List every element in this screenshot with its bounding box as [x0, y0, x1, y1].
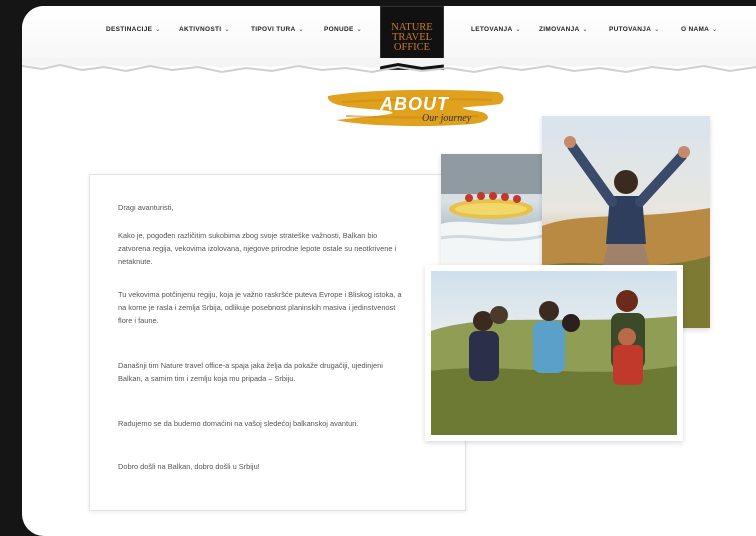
about-title: ABOUT	[380, 94, 449, 114]
chevron-down-icon: ⌄	[654, 27, 660, 33]
chevron-down-icon: ⌄	[356, 27, 362, 33]
group-friends-photo	[425, 265, 683, 441]
site-header: DESTINACIJE ⌄ AKTIVNOSTI ⌄ TIPOVI TURA ⌄ PO…	[22, 6, 756, 70]
chevron-down-icon: ⌄	[582, 27, 588, 33]
about-subtitle: Our journey	[422, 113, 472, 124]
about-heading: ABOUT Our journey	[322, 82, 512, 130]
greeting-text: Dragi avanturisti,	[118, 203, 174, 212]
intro-text-card: Dragi avanturisti, Kako je, pogođen razl…	[89, 174, 466, 511]
nav-item-letovanja[interactable]: LETOVANJA ⌄	[471, 26, 521, 33]
rafting-photo	[441, 154, 543, 272]
chevron-down-icon: ⌄	[155, 27, 161, 33]
paragraph-3: Današnji tim Nature travel office-a spaj…	[118, 361, 383, 384]
nav-item-destinacije[interactable]: DESTINACIJE ⌄	[106, 26, 161, 33]
closing-text: Dobro došli na Balkan, dobro došli u Srb…	[118, 462, 260, 471]
nav-item-o-nama[interactable]: O NAMA ⌄	[681, 26, 718, 33]
nav-item-ponude[interactable]: PONUDE ⌄	[324, 26, 362, 33]
paragraph-4: Radujemo se da budemo domaćini na vašoj …	[118, 419, 359, 428]
chevron-down-icon: ⌄	[298, 27, 304, 33]
chevron-down-icon: ⌄	[515, 27, 521, 33]
chevron-down-icon: ⌄	[712, 27, 718, 33]
logo-text-line: OFFICE	[393, 42, 431, 53]
torn-paper-edge	[22, 58, 756, 74]
chevron-down-icon: ⌄	[224, 27, 230, 33]
browser-page: DESTINACIJE ⌄ AKTIVNOSTI ⌄ TIPOVI TURA ⌄ PO…	[22, 6, 756, 536]
nav-item-putovanja[interactable]: PUTOVANJA ⌄	[609, 26, 660, 33]
paragraph-1: Kako je, pogođen različitim sukobima zbo…	[118, 231, 397, 267]
nav-item-tipovi-tura[interactable]: TIPOVI TURA ⌄	[251, 26, 304, 33]
nav-item-aktivnosti[interactable]: AKTIVNOSTI ⌄	[179, 26, 230, 33]
friends-illustration	[431, 290, 677, 435]
rafting-illustration	[441, 154, 543, 272]
nav-item-zimovanja[interactable]: ZIMOVANJA ⌄	[539, 26, 588, 33]
paragraph-2: Tu vekovima potčinjenu regiju, koja je v…	[118, 290, 402, 326]
